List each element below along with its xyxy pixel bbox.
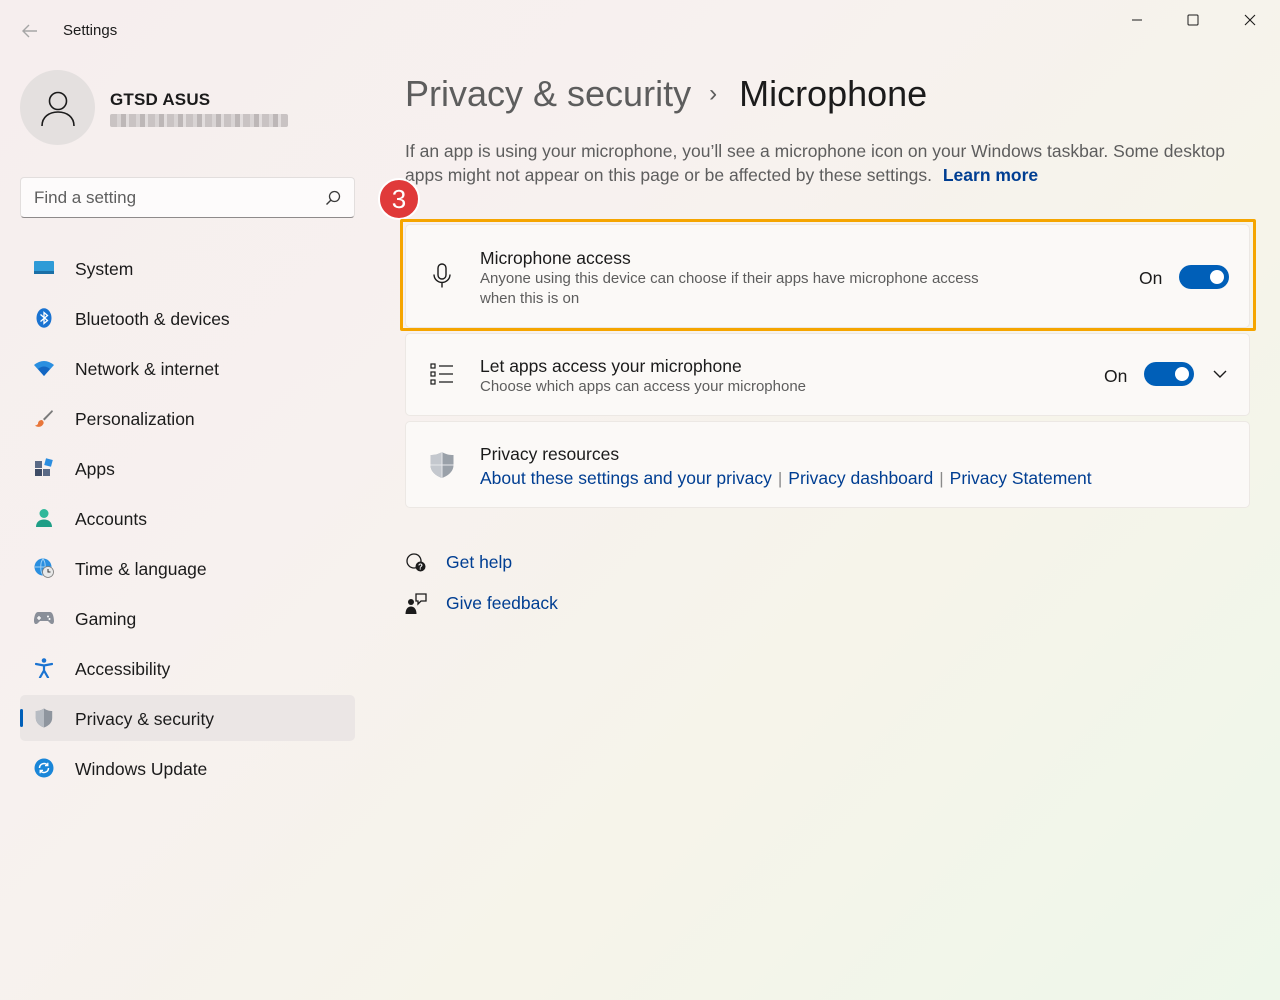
app-title: Settings: [63, 22, 118, 39]
sidebar-item-accounts[interactable]: Accounts: [20, 495, 355, 541]
sidebar-item-gaming[interactable]: Gaming: [20, 595, 355, 641]
sidebar-item-personalization[interactable]: Personalization: [20, 395, 355, 441]
card-title: Privacy resources: [480, 444, 620, 464]
svg-text:?: ?: [418, 563, 423, 572]
close-button[interactable]: [1227, 6, 1273, 34]
minimize-button[interactable]: [1114, 6, 1160, 34]
maximize-button[interactable]: [1170, 6, 1216, 34]
search-icon[interactable]: [324, 189, 342, 207]
search-box[interactable]: [20, 177, 355, 218]
sidebar-item-label: Accounts: [75, 509, 147, 529]
sidebar-item-network[interactable]: Network & internet: [20, 345, 355, 391]
title-bar: Settings: [0, 0, 1280, 60]
learn-more-link[interactable]: Learn more: [943, 165, 1038, 185]
breadcrumb-parent[interactable]: Privacy & security: [405, 73, 691, 115]
give-feedback-link[interactable]: Give feedback: [446, 593, 558, 614]
apps-access-card[interactable]: Let apps access your microphone Choose w…: [405, 333, 1250, 416]
user-profile[interactable]: GTSD ASUS: [20, 70, 360, 150]
apps-icon: [34, 458, 54, 478]
get-help-row[interactable]: ? Get help: [405, 549, 512, 577]
privacy-dashboard-link[interactable]: Privacy dashboard: [788, 468, 933, 489]
give-feedback-row[interactable]: Give feedback: [405, 590, 558, 618]
sidebar-item-label: System: [75, 259, 134, 279]
sidebar-item-apps[interactable]: Apps: [20, 445, 355, 491]
privacy-resources-card: Privacy resources About these settings a…: [405, 421, 1250, 508]
sidebar-item-label: Gaming: [75, 609, 137, 629]
update-icon: [34, 758, 54, 778]
page-title: Microphone: [739, 73, 928, 114]
sidebar-item-label: Bluetooth & devices: [75, 309, 230, 329]
microphone-access-card: Microphone access Anyone using this devi…: [405, 224, 1250, 328]
page-description: If an app is using your microphone, you’…: [405, 139, 1245, 187]
sidebar-item-label: Network & internet: [75, 359, 219, 379]
minimize-icon: [1132, 19, 1142, 21]
link-separator: |: [777, 468, 783, 488]
accessibility-icon: [34, 658, 54, 678]
sidebar-item-label: Accessibility: [75, 659, 171, 679]
search-input[interactable]: [34, 178, 314, 217]
list-icon: [428, 360, 456, 388]
sidebar-item-accessibility[interactable]: Accessibility: [20, 645, 355, 691]
sidebar-nav: System Bluetooth & devices Network & int…: [20, 245, 355, 795]
person-icon: [40, 91, 75, 126]
microphone-access-toggle[interactable]: [1179, 265, 1229, 289]
globe-clock-icon: [34, 558, 54, 578]
help-chat-icon: ?: [405, 552, 427, 574]
person-icon: [34, 508, 54, 528]
card-title: Let apps access your microphone: [480, 356, 742, 376]
sidebar-item-system[interactable]: System: [20, 245, 355, 291]
close-icon: [1244, 14, 1256, 26]
breadcrumb: Privacy & security › Microphone: [405, 72, 927, 116]
shield-icon: [428, 451, 456, 479]
sidebar-item-label: Windows Update: [75, 759, 208, 779]
sidebar-item-label: Time & language: [75, 559, 207, 579]
toggle-knob: [1175, 367, 1189, 381]
about-settings-link[interactable]: About these settings and your privacy: [480, 468, 772, 489]
shield-icon: [34, 708, 54, 728]
maximize-icon: [1187, 14, 1199, 26]
sidebar-item-label: Personalization: [75, 409, 195, 429]
toggle-state-label: On: [1139, 268, 1163, 288]
sidebar-item-label: Apps: [75, 459, 115, 479]
privacy-statement-link[interactable]: Privacy Statement: [950, 468, 1092, 489]
sidebar-item-privacy-security[interactable]: Privacy & security: [20, 695, 355, 741]
profile-name: GTSD ASUS: [110, 90, 211, 109]
back-button[interactable]: [16, 18, 44, 44]
toggle-knob: [1210, 270, 1224, 284]
profile-email-redacted: [110, 114, 288, 127]
microphone-icon: [428, 262, 456, 290]
chevron-down-icon[interactable]: [1209, 363, 1231, 385]
description-text: If an app is using your microphone, you’…: [405, 141, 1226, 185]
sidebar-item-time-language[interactable]: Time & language: [20, 545, 355, 591]
chevron-right-icon: ›: [709, 80, 718, 107]
link-separator: |: [939, 468, 944, 488]
privacy-links: About these settings and your privacy | …: [480, 468, 1092, 489]
bluetooth-icon: [34, 308, 54, 328]
sidebar-item-windows-update[interactable]: Windows Update: [20, 745, 355, 791]
gamepad-icon: [34, 608, 54, 628]
arrow-left-icon: [22, 24, 37, 38]
step-badge: 3: [378, 178, 420, 220]
wifi-icon: [34, 358, 54, 378]
sidebar-item-bluetooth[interactable]: Bluetooth & devices: [20, 295, 355, 341]
get-help-link[interactable]: Get help: [446, 552, 512, 573]
apps-access-toggle[interactable]: [1144, 362, 1194, 386]
card-title: Microphone access: [480, 248, 631, 268]
card-subtitle: Choose which apps can access your microp…: [480, 378, 807, 395]
brush-icon: [34, 408, 54, 428]
sidebar-item-label: Privacy & security: [75, 709, 215, 729]
system-icon: [34, 258, 54, 278]
avatar: [20, 70, 95, 145]
toggle-state-label: On: [1104, 366, 1128, 386]
card-subtitle: Anyone using this device can choose if t…: [480, 270, 979, 307]
feedback-icon: [405, 593, 427, 615]
